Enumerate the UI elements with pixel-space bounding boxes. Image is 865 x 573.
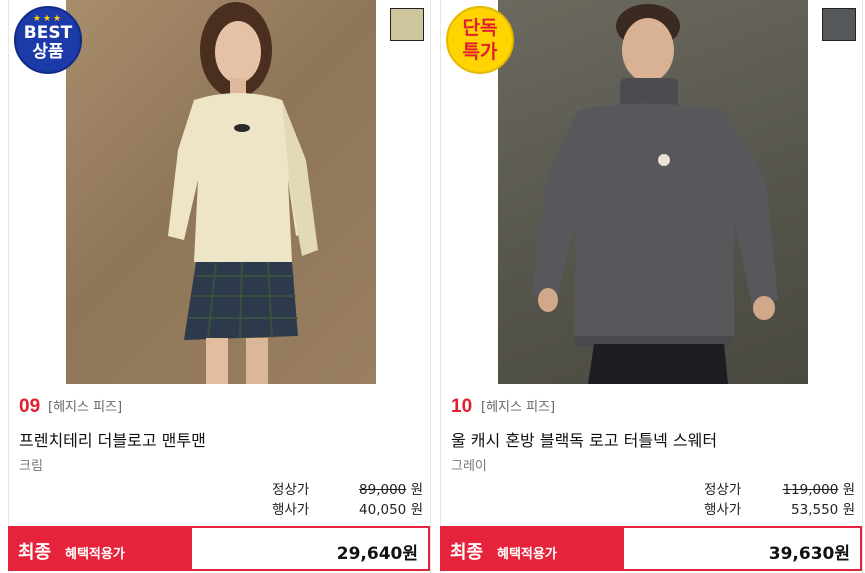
model-photo — [532, 4, 778, 384]
regular-price-label: 정상가 — [704, 482, 742, 498]
sale-price-row: 행사가 53,550 원 — [704, 498, 855, 518]
brand-name[interactable]: [헤지스 피즈] — [481, 396, 555, 415]
product-color: 크림 — [19, 459, 43, 474]
regular-price: 89,000 — [359, 482, 407, 498]
badge-line-2: 상품 — [32, 42, 64, 62]
final-price-value-area: 39,630원 — [624, 528, 860, 569]
currency: 원 — [842, 482, 855, 498]
final-price: 39,630원 — [768, 544, 850, 564]
brand-name[interactable]: [헤지스 피즈] — [48, 396, 122, 415]
product-card[interactable]: 단독 특가 10 [헤지스 피즈] 울 캐시 혼방 블랙독 로고 터틀넥 스웨터… — [440, 0, 865, 573]
final-price-label-area: 최종 혜택적용가 — [10, 528, 190, 569]
product-name[interactable]: 프렌치테리 더블로고 맨투맨 — [19, 427, 206, 451]
regular-price-label: 정상가 — [272, 482, 310, 498]
product-image[interactable] — [66, 0, 376, 384]
rank-number: 09 — [19, 396, 41, 417]
sale-price: 40,050 — [359, 502, 407, 518]
sale-price-label: 행사가 — [704, 502, 742, 518]
sale-price-label: 행사가 — [272, 502, 310, 518]
final-sublabel: 혜택적용가 — [497, 547, 557, 562]
final-price: 29,640원 — [336, 544, 418, 564]
currency: 원 — [410, 502, 423, 518]
color-swatch[interactable] — [822, 8, 856, 41]
final-price-bar: 최종 혜택적용가 39,630원 — [440, 526, 862, 571]
final-price-bar: 최종 혜택적용가 29,640원 — [8, 526, 430, 571]
best-product-badge: ★★★ BEST 상품 — [14, 6, 82, 74]
badge-line-2: 특가 — [462, 41, 498, 63]
regular-price-row: 정상가 119,000 원 — [704, 478, 855, 498]
color-swatch[interactable] — [390, 8, 424, 41]
final-label: 최종 — [450, 542, 484, 563]
badge-line-1: 단독 — [462, 17, 498, 39]
exclusive-deal-badge: 단독 특가 — [446, 6, 514, 74]
star-icon: ★★★ — [32, 14, 64, 24]
currency: 원 — [410, 482, 423, 498]
currency: 원 — [842, 502, 855, 518]
sale-price-row: 행사가 40,050 원 — [272, 498, 423, 518]
sale-price: 53,550 — [791, 502, 839, 518]
product-image[interactable] — [498, 0, 808, 384]
product-color: 그레이 — [451, 459, 487, 474]
rank-number: 10 — [451, 396, 473, 417]
regular-price: 119,000 — [782, 482, 839, 498]
final-sublabel: 혜택적용가 — [65, 547, 125, 562]
product-name[interactable]: 울 캐시 혼방 블랙독 로고 터틀넥 스웨터 — [451, 427, 717, 451]
badge-line-1: BEST — [23, 23, 73, 43]
regular-price-row: 정상가 89,000 원 — [272, 478, 423, 498]
product-card[interactable]: ★★★ BEST 상품 09 [헤지스 피즈] 프렌치테리 더블로고 맨투맨 크… — [8, 0, 433, 573]
final-price-label-area: 최종 혜택적용가 — [442, 528, 622, 569]
final-label: 최종 — [18, 542, 52, 563]
final-price-value-area: 29,640원 — [192, 528, 428, 569]
model-photo — [168, 2, 318, 384]
